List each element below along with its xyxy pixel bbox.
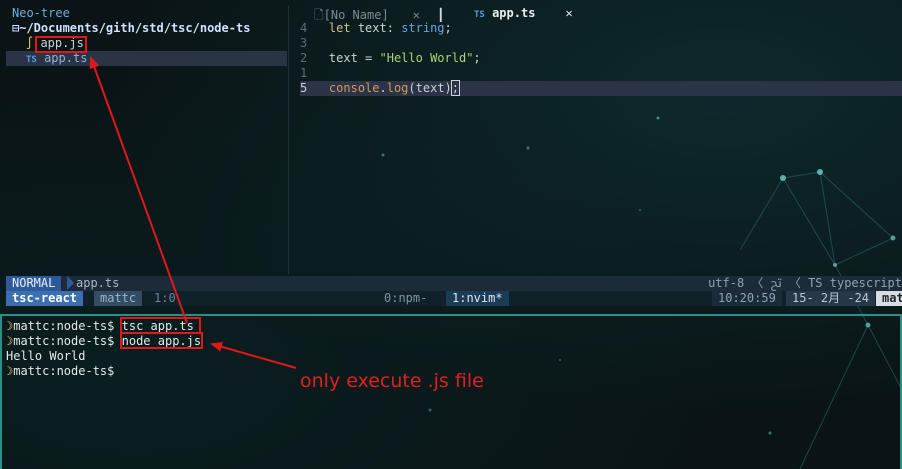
tmux-pane-index: 1:0 xyxy=(154,291,176,305)
neovim-window: Neo-tree ⊟~/Documents/gith/std/tsc/node-… xyxy=(0,0,902,313)
tree-item-app-ts[interactable]: TS app.ts xyxy=(26,51,87,66)
code-line: 4 let text: string; xyxy=(300,21,452,35)
statusline-file-info: utf-8 〈 ﰌ 〈 TS typescript xyxy=(708,276,902,290)
line-number: 3 xyxy=(300,36,308,50)
close-icon[interactable]: ✕ xyxy=(413,8,420,22)
buffer-tabline: 🗋[No Name] ✕ ▎ TS app.ts ✕ xyxy=(300,6,902,22)
tmux-clock: 10:20:59 xyxy=(712,291,782,306)
neo-tree-root-path[interactable]: ⊟~/Documents/gith/std/tsc/node-ts xyxy=(12,21,250,36)
tmux-date: 15- 2月 -24 xyxy=(786,291,876,306)
neo-tree-title: Neo-tree xyxy=(12,6,70,20)
line-number: 5 xyxy=(300,81,308,95)
terminal-prompt[interactable]: ☽mattc:node-ts$ xyxy=(6,364,114,379)
text-cursor: ; xyxy=(450,80,461,96)
tmux-window-npm[interactable]: 0:npm- xyxy=(384,291,427,306)
code-line: 3 xyxy=(300,36,307,51)
line-number: 1 xyxy=(300,66,308,80)
code-line: 2 text = "Hello World"; xyxy=(300,51,481,65)
powerline-separator xyxy=(67,276,74,290)
highlight-box-node-command xyxy=(120,332,203,349)
window-split-divider xyxy=(288,6,289,274)
tmux-hostname: matt xyxy=(876,291,902,306)
code-line-current: 5 console.log(text); xyxy=(300,80,461,96)
tmux-window-nvim[interactable]: 1:nvim* xyxy=(446,291,509,306)
statusline-filename: app.ts xyxy=(76,276,120,290)
line-number: 2 xyxy=(300,51,308,65)
mode-indicator: NORMAL xyxy=(6,276,62,291)
highlight-box-app-js xyxy=(35,36,87,53)
tab-app-ts[interactable]: TS app.ts ✕ xyxy=(474,6,573,20)
vim-statusline: NORMAL app.ts utf-8 〈 ﰌ 〈 TS typescript xyxy=(6,276,902,291)
close-icon[interactable]: ✕ xyxy=(565,6,572,20)
ts-file-icon: TS xyxy=(26,55,37,65)
tmux-session-name: tsc-react xyxy=(6,291,84,306)
code-editor-pane[interactable]: 🗋[No Name] ✕ ▎ TS app.ts ✕ 4 let text: stri… xyxy=(300,6,902,274)
file-icon: 🗋 xyxy=(314,8,324,22)
code-line: 1 xyxy=(300,66,307,81)
ts-file-icon: TS xyxy=(474,10,485,20)
terminal-output: Hello World xyxy=(6,349,86,363)
tmux-user: mattc xyxy=(94,291,143,306)
annotation-label: only execute .js file xyxy=(300,370,484,392)
tmux-status-bar: tsc-react mattc 1:0 0:npm- 1:nvim* 10:20… xyxy=(6,291,902,306)
line-number: 4 xyxy=(300,21,308,35)
